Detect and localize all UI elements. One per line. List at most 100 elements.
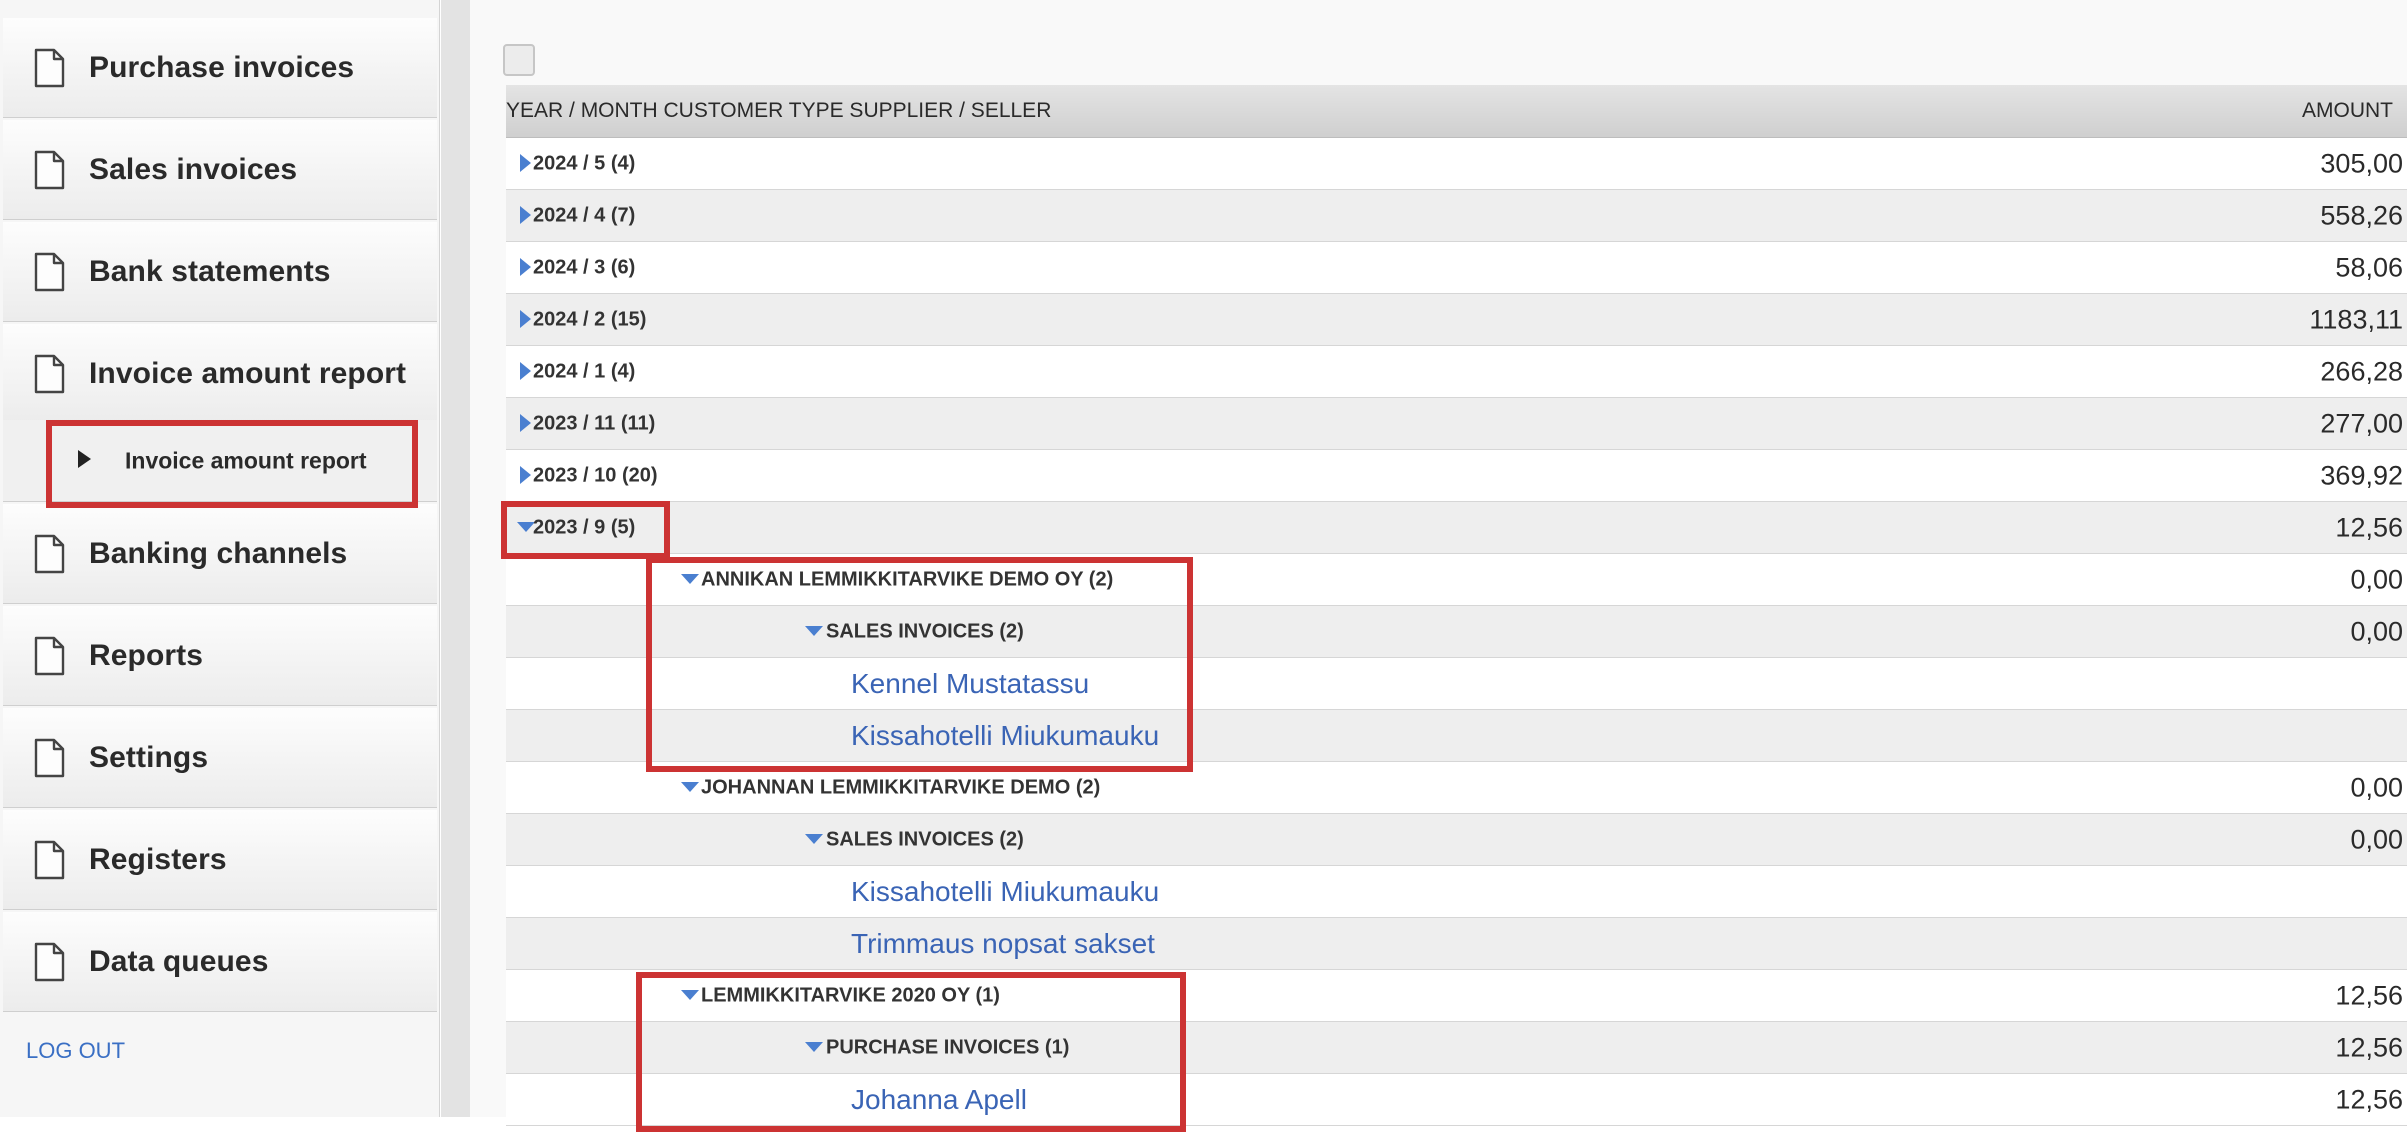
table-row[interactable]: SALES INVOICES (2) 0,00 bbox=[506, 606, 2407, 658]
row-amount: 12,56 bbox=[2335, 980, 2403, 1010]
row-group-label: 2023 / 11 (11) bbox=[533, 412, 656, 434]
row-amount: 0,00 bbox=[2350, 772, 2403, 802]
row-amount: 1183,11 bbox=[2309, 304, 2403, 334]
sidebar-item-settings[interactable]: Settings bbox=[3, 708, 437, 808]
triangle-right-icon[interactable] bbox=[520, 257, 531, 276]
sidebar-item-label: Data queues bbox=[89, 944, 269, 978]
table-row[interactable]: 2024 / 4 (7) 558,26 bbox=[506, 190, 2407, 242]
table-row[interactable]: 2024 / 5 (4) 305,00 bbox=[506, 138, 2407, 190]
table-header: YEAR / MONTH CUSTOMER TYPE SUPPLIER / SE… bbox=[506, 85, 2407, 138]
row-amount: 12,56 bbox=[2335, 512, 2403, 542]
report-panel: YEAR / MONTH CUSTOMER TYPE SUPPLIER / SE… bbox=[470, 0, 2407, 1126]
triangle-down-icon[interactable] bbox=[805, 833, 823, 844]
table-row[interactable]: Kissahotelli Miukumauku bbox=[506, 710, 2407, 762]
row-amount: 558,26 bbox=[2320, 200, 2403, 230]
header-group-column[interactable]: YEAR / MONTH CUSTOMER TYPE SUPPLIER / SE… bbox=[506, 99, 1051, 123]
row-group-label: 2024 / 1 (4) bbox=[533, 360, 636, 382]
table-row[interactable]: 2023 / 11 (11) 277,00 bbox=[506, 398, 2407, 450]
sidebar-item-label: Reports bbox=[89, 638, 204, 672]
table-row[interactable]: SALES INVOICES (2) 0,00 bbox=[506, 814, 2407, 866]
document-icon bbox=[34, 636, 65, 675]
table-row[interactable]: 2024 / 1 (4) 266,28 bbox=[506, 346, 2407, 398]
row-amount: 0,00 bbox=[2350, 616, 2403, 646]
document-icon bbox=[34, 534, 65, 573]
row-amount: 266,28 bbox=[2320, 356, 2403, 386]
row-amount: 0,00 bbox=[2350, 824, 2403, 854]
play-triangle-icon bbox=[78, 450, 91, 468]
triangle-right-icon[interactable] bbox=[520, 205, 531, 224]
header-amount-column[interactable]: AMOUNT bbox=[2302, 99, 2393, 123]
row-amount: 0,00 bbox=[2350, 564, 2403, 594]
triangle-down-icon[interactable] bbox=[681, 573, 699, 584]
party-link[interactable]: Kissahotelli Miukumauku bbox=[851, 876, 1159, 908]
sidebar-gutter bbox=[441, 0, 470, 1117]
table-row[interactable]: 2024 / 3 (6) 58,06 bbox=[506, 242, 2407, 294]
document-icon bbox=[34, 48, 65, 87]
party-link[interactable]: Kissahotelli Miukumauku bbox=[851, 720, 1159, 752]
table-row[interactable]: PURCHASE INVOICES (1) 12,56 bbox=[506, 1022, 2407, 1074]
table-row[interactable]: 2023 / 10 (20) 369,92 bbox=[506, 450, 2407, 502]
sidebar-item-data-queues[interactable]: Data queues bbox=[3, 912, 437, 1012]
document-icon bbox=[34, 738, 65, 777]
sidebar-item-purchase-invoices[interactable]: Purchase invoices bbox=[3, 18, 437, 118]
sidebar-item-label: Purchase invoices bbox=[89, 50, 355, 84]
sidebar: Purchase invoices Sales invoices Bank stat… bbox=[0, 0, 440, 1117]
table-row[interactable]: 2024 / 2 (15) 1183,11 bbox=[506, 294, 2407, 346]
sidebar-subitem-label: Invoice amount report bbox=[125, 447, 367, 473]
document-icon bbox=[34, 252, 65, 291]
table-row[interactable]: JOHANNAN LEMMIKKITARVIKE DEMO (2) 0,00 bbox=[506, 762, 2407, 814]
triangle-right-icon[interactable] bbox=[520, 309, 531, 328]
sidebar-item-reports[interactable]: Reports bbox=[3, 606, 437, 706]
sidebar-item-label: Banking channels bbox=[89, 536, 348, 570]
table-row[interactable]: Kennel Mustatassu bbox=[506, 658, 2407, 710]
party-link[interactable]: Johanna Apell bbox=[851, 1084, 1027, 1116]
table-row[interactable]: Trimmaus nopsat sakset bbox=[506, 918, 2407, 970]
row-amount: 58,06 bbox=[2335, 252, 2403, 282]
row-group-label: 2024 / 5 (4) bbox=[533, 152, 636, 174]
sidebar-item-sales-invoices[interactable]: Sales invoices bbox=[3, 120, 437, 220]
sidebar-item-registers[interactable]: Registers bbox=[3, 810, 437, 910]
row-group-label: 2024 / 4 (7) bbox=[533, 204, 636, 226]
row-group-label: PURCHASE INVOICES (1) bbox=[826, 1036, 1070, 1058]
document-icon bbox=[34, 150, 65, 189]
row-group-label: 2024 / 3 (6) bbox=[533, 256, 636, 278]
document-icon bbox=[34, 840, 65, 879]
document-icon bbox=[34, 942, 65, 981]
triangle-down-icon[interactable] bbox=[681, 989, 699, 1000]
party-link[interactable]: Kennel Mustatassu bbox=[851, 668, 1089, 700]
row-amount: 369,92 bbox=[2320, 460, 2403, 490]
table-row[interactable]: ANNIKAN LEMMIKKITARVIKE DEMO OY (2) 0,00 bbox=[506, 554, 2407, 606]
sidebar-item-banking-channels[interactable]: Banking channels bbox=[3, 504, 437, 604]
row-group-label: ANNIKAN LEMMIKKITARVIKE DEMO OY (2) bbox=[701, 568, 1114, 590]
sidebar-item-invoice-amount-report[interactable]: Invoice amount report bbox=[3, 324, 437, 424]
sidebar-item-bank-statements[interactable]: Bank statements bbox=[3, 222, 437, 322]
row-group-label: JOHANNAN LEMMIKKITARVIKE DEMO (2) bbox=[701, 776, 1101, 798]
row-group-label: SALES INVOICES (2) bbox=[826, 828, 1024, 850]
party-link[interactable]: Trimmaus nopsat sakset bbox=[851, 928, 1155, 960]
table-row[interactable]: 2023 / 9 (5) 12,56 bbox=[506, 502, 2407, 554]
row-group-label: 2024 / 2 (15) bbox=[533, 308, 647, 330]
table-row[interactable]: Kissahotelli Miukumauku bbox=[506, 866, 2407, 918]
triangle-right-icon[interactable] bbox=[520, 153, 531, 172]
triangle-right-icon[interactable] bbox=[520, 465, 531, 484]
row-group-label: 2023 / 10 (20) bbox=[533, 464, 658, 486]
sidebar-item-label: Settings bbox=[89, 740, 209, 774]
table-row[interactable]: LEMMIKKITARVIKE 2020 OY (1) 12,56 bbox=[506, 970, 2407, 1022]
triangle-right-icon[interactable] bbox=[520, 413, 531, 432]
sidebar-item-label: Registers bbox=[89, 842, 227, 876]
select-all-checkbox[interactable] bbox=[503, 44, 535, 76]
triangle-down-icon[interactable] bbox=[805, 1041, 823, 1052]
logout-link[interactable]: LOG OUT bbox=[26, 1038, 125, 1064]
table-row[interactable]: Johanna Apell 12,56 bbox=[506, 1074, 2407, 1126]
triangle-right-icon[interactable] bbox=[520, 361, 531, 380]
document-icon bbox=[34, 354, 65, 393]
sidebar-item-label: Sales invoices bbox=[89, 152, 298, 186]
triangle-down-icon[interactable] bbox=[681, 781, 699, 792]
sidebar-item-label: Bank statements bbox=[89, 254, 331, 288]
triangle-down-icon[interactable] bbox=[805, 625, 823, 636]
row-amount: 12,56 bbox=[2335, 1084, 2403, 1114]
row-group-label: SALES INVOICES (2) bbox=[826, 620, 1024, 642]
row-group-label: 2023 / 9 (5) bbox=[533, 516, 636, 538]
sidebar-subitem-invoice-amount-report[interactable]: Invoice amount report bbox=[3, 420, 437, 502]
sidebar-item-label: Invoice amount report bbox=[89, 356, 407, 390]
